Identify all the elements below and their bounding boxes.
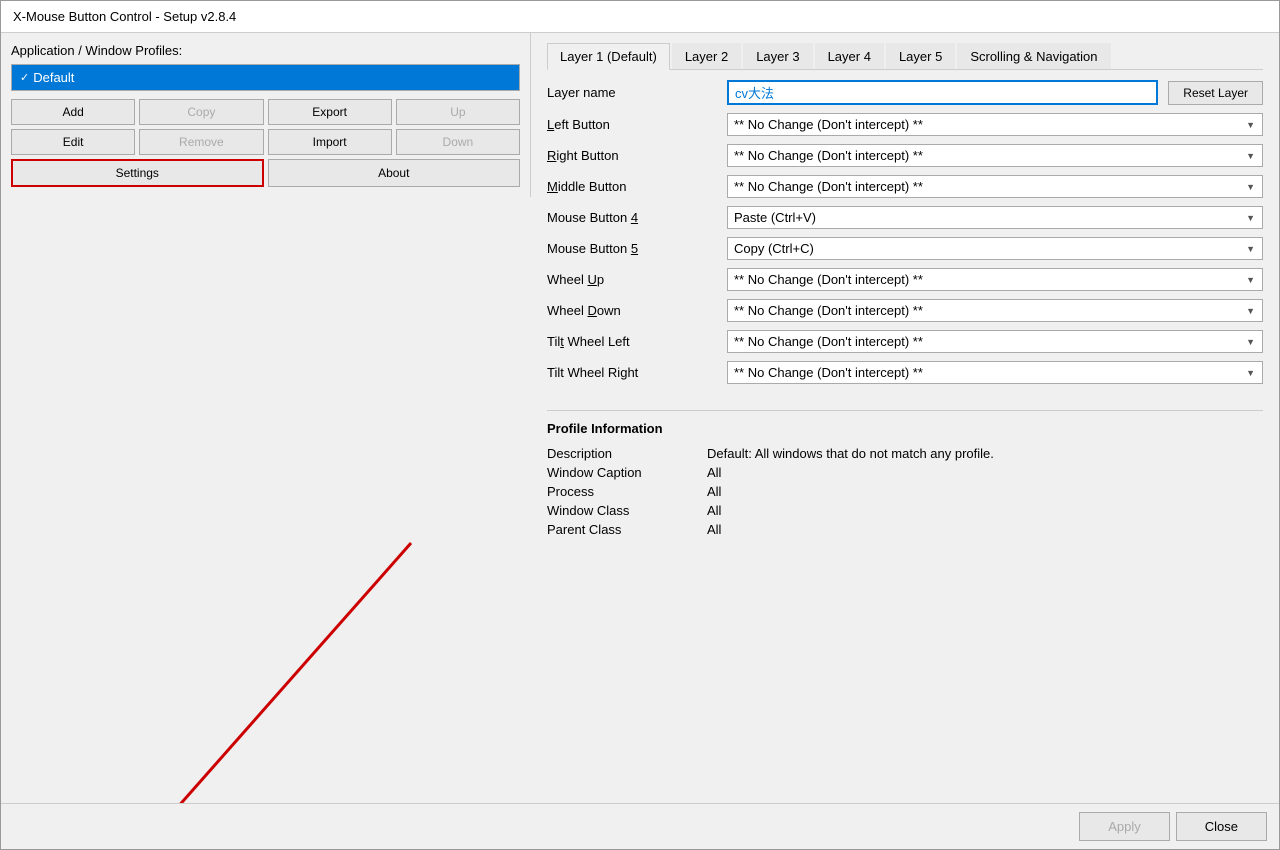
tabs-row: Layer 1 (Default) Layer 2 Layer 3 Layer … bbox=[547, 43, 1263, 70]
mouse-button5-dropdown[interactable]: Copy (Ctrl+C) bbox=[727, 237, 1263, 260]
tab-layer3[interactable]: Layer 3 bbox=[743, 43, 812, 69]
profile-item-default[interactable]: ✓ Default bbox=[12, 65, 519, 90]
right-button-row: Right Button ** No Change (Don't interce… bbox=[547, 144, 1263, 167]
checkmark-icon: ✓ bbox=[20, 71, 29, 84]
tilt-wheel-left-dropdown[interactable]: ** No Change (Don't intercept) ** bbox=[727, 330, 1263, 353]
layer-name-label: Layer name bbox=[547, 85, 727, 100]
add-button[interactable]: Add bbox=[11, 99, 135, 125]
wheel-up-dropdown-wrapper: ** No Change (Don't intercept) ** bbox=[727, 268, 1263, 291]
profile-list: ✓ Default bbox=[11, 64, 520, 91]
info-label-window-caption: Window Caption bbox=[547, 465, 707, 480]
bottom-buttons: Settings About bbox=[11, 159, 520, 187]
profile-info-title: Profile Information bbox=[547, 421, 1263, 436]
reset-layer-button[interactable]: Reset Layer bbox=[1168, 81, 1263, 105]
info-value-process: All bbox=[707, 484, 721, 499]
button-grid-top: Add Copy Export Up bbox=[11, 99, 520, 125]
wheel-up-row: Wheel Up ** No Change (Don't intercept) … bbox=[547, 268, 1263, 291]
form-section: Layer name Reset Layer Left Button ** No… bbox=[547, 80, 1263, 384]
middle-button-dropdown[interactable]: ** No Change (Don't intercept) ** bbox=[727, 175, 1263, 198]
mouse-button5-label: Mouse Button 5 bbox=[547, 241, 727, 256]
info-row-description: Description Default: All windows that do… bbox=[547, 444, 1263, 463]
main-content: Application / Window Profiles: ✓ Default… bbox=[1, 33, 1279, 803]
wheel-up-dropdown[interactable]: ** No Change (Don't intercept) ** bbox=[727, 268, 1263, 291]
remove-button[interactable]: Remove bbox=[139, 129, 263, 155]
title-bar: X-Mouse Button Control - Setup v2.8.4 bbox=[1, 1, 1279, 33]
import-button[interactable]: Import bbox=[268, 129, 392, 155]
mouse-button5-row: Mouse Button 5 Copy (Ctrl+C) bbox=[547, 237, 1263, 260]
info-label-parent-class: Parent Class bbox=[547, 522, 707, 537]
wheel-down-dropdown[interactable]: ** No Change (Don't intercept) ** bbox=[727, 299, 1263, 322]
tilt-wheel-left-label: Tilt Wheel Left bbox=[547, 334, 727, 349]
up-button[interactable]: Up bbox=[396, 99, 520, 125]
left-button-dropdown[interactable]: ** No Change (Don't intercept) ** bbox=[727, 113, 1263, 136]
profiles-label: Application / Window Profiles: bbox=[11, 43, 520, 58]
mouse-button4-label: Mouse Button 4 bbox=[547, 210, 727, 225]
left-button-dropdown-wrapper: ** No Change (Don't intercept) ** bbox=[727, 113, 1263, 136]
copy-button[interactable]: Copy bbox=[139, 99, 263, 125]
tab-layer4[interactable]: Layer 4 bbox=[815, 43, 884, 69]
mouse-button4-dropdown-wrapper: Paste (Ctrl+V) bbox=[727, 206, 1263, 229]
info-label-window-class: Window Class bbox=[547, 503, 707, 518]
wheel-down-label: Wheel Down bbox=[547, 303, 727, 318]
close-button[interactable]: Close bbox=[1176, 812, 1267, 841]
middle-button-label: Middle Button bbox=[547, 179, 727, 194]
left-button-row: Left Button ** No Change (Don't intercep… bbox=[547, 113, 1263, 136]
profile-info-section: Profile Information Description Default:… bbox=[547, 410, 1263, 539]
mouse-button5-dropdown-wrapper: Copy (Ctrl+C) bbox=[727, 237, 1263, 260]
info-row-process: Process All bbox=[547, 482, 1263, 501]
tab-scrolling[interactable]: Scrolling & Navigation bbox=[957, 43, 1110, 69]
mouse-button4-row: Mouse Button 4 Paste (Ctrl+V) bbox=[547, 206, 1263, 229]
wheel-down-row: Wheel Down ** No Change (Don't intercept… bbox=[547, 299, 1263, 322]
right-button-dropdown[interactable]: ** No Change (Don't intercept) ** bbox=[727, 144, 1263, 167]
tilt-wheel-left-dropdown-wrapper: ** No Change (Don't intercept) ** bbox=[727, 330, 1263, 353]
layer-name-input-wrapper: Reset Layer bbox=[727, 80, 1263, 105]
tilt-wheel-right-dropdown[interactable]: ** No Change (Don't intercept) ** bbox=[727, 361, 1263, 384]
right-panel: Layer 1 (Default) Layer 2 Layer 3 Layer … bbox=[531, 33, 1279, 803]
tilt-wheel-left-row: Tilt Wheel Left ** No Change (Don't inte… bbox=[547, 330, 1263, 353]
edit-button[interactable]: Edit bbox=[11, 129, 135, 155]
wheel-up-label: Wheel Up bbox=[547, 272, 727, 287]
tilt-wheel-right-dropdown-wrapper: ** No Change (Don't intercept) ** bbox=[727, 361, 1263, 384]
tab-layer1[interactable]: Layer 1 (Default) bbox=[547, 43, 670, 70]
middle-button-row: Middle Button ** No Change (Don't interc… bbox=[547, 175, 1263, 198]
export-button[interactable]: Export bbox=[268, 99, 392, 125]
tilt-wheel-right-row: Tilt Wheel Right ** No Change (Don't int… bbox=[547, 361, 1263, 384]
info-row-window-caption: Window Caption All bbox=[547, 463, 1263, 482]
info-value-description: Default: All windows that do not match a… bbox=[707, 446, 994, 461]
info-row-parent-class: Parent Class All bbox=[547, 520, 1263, 539]
down-button[interactable]: Down bbox=[396, 129, 520, 155]
left-button-label: Left Button bbox=[547, 117, 727, 132]
left-panel: Application / Window Profiles: ✓ Default… bbox=[1, 33, 531, 197]
layer-name-input[interactable] bbox=[727, 80, 1158, 105]
info-value-window-class: All bbox=[707, 503, 721, 518]
bottom-bar: Apply Close bbox=[1, 803, 1279, 849]
wheel-down-dropdown-wrapper: ** No Change (Don't intercept) ** bbox=[727, 299, 1263, 322]
apply-button[interactable]: Apply bbox=[1079, 812, 1170, 841]
info-label-description: Description bbox=[547, 446, 707, 461]
window-title: X-Mouse Button Control - Setup v2.8.4 bbox=[13, 9, 236, 24]
info-label-process: Process bbox=[547, 484, 707, 499]
left-panel-wrapper: Application / Window Profiles: ✓ Default… bbox=[1, 33, 531, 803]
about-button[interactable]: About bbox=[268, 159, 521, 187]
main-window: X-Mouse Button Control - Setup v2.8.4 Ap… bbox=[0, 0, 1280, 850]
settings-button[interactable]: Settings bbox=[11, 159, 264, 187]
right-button-dropdown-wrapper: ** No Change (Don't intercept) ** bbox=[727, 144, 1263, 167]
middle-button-dropdown-wrapper: ** No Change (Don't intercept) ** bbox=[727, 175, 1263, 198]
info-value-window-caption: All bbox=[707, 465, 721, 480]
layer-name-row: Layer name Reset Layer bbox=[547, 80, 1263, 105]
profile-name: Default bbox=[33, 70, 74, 85]
right-button-label: Right Button bbox=[547, 148, 727, 163]
info-row-window-class: Window Class All bbox=[547, 501, 1263, 520]
tab-layer5[interactable]: Layer 5 bbox=[886, 43, 955, 69]
button-grid-bottom: Edit Remove Import Down bbox=[11, 129, 520, 155]
tab-layer2[interactable]: Layer 2 bbox=[672, 43, 741, 69]
info-value-parent-class: All bbox=[707, 522, 721, 537]
mouse-button4-dropdown[interactable]: Paste (Ctrl+V) bbox=[727, 206, 1263, 229]
tilt-wheel-right-label: Tilt Wheel Right bbox=[547, 365, 727, 380]
